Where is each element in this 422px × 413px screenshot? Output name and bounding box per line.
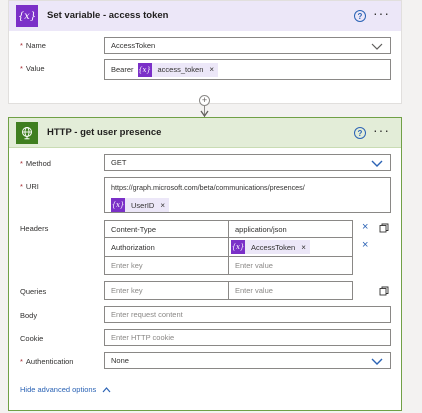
help-icon[interactable]: ? [354,127,366,139]
required-mark: * [20,182,23,191]
copy-icon[interactable] [379,286,389,296]
chevron-down-icon [371,43,383,50]
method-dropdown[interactable]: GET [104,154,391,171]
chevron-down-icon [371,358,383,365]
uri-label: * URI [20,182,39,191]
accesstoken-label: AccessToken [251,242,296,252]
remove-header-icon[interactable]: × [362,240,368,251]
http-header[interactable]: HTTP - get user presence ? ··· [9,118,401,148]
body-label: Body [20,311,38,320]
more-options-icon[interactable]: ··· [373,123,390,137]
name-value: AccessToken [111,41,156,50]
http-title: HTTP - get user presence [47,127,162,138]
remove-header-icon[interactable]: × [362,222,368,233]
add-step-icon[interactable]: + [199,95,210,106]
authentication-value: None [111,356,129,365]
cookie-label: Cookie [20,334,44,343]
method-value: GET [111,158,127,167]
query-key-input[interactable]: Enter key [104,281,229,300]
body-input[interactable]: Enter request content [104,306,391,323]
http-card: HTTP - get user presence ? ··· * Method G… [8,117,402,411]
query-value-input[interactable]: Enter value [228,281,353,300]
set-variable-header[interactable]: {x} Set variable - access token ? ··· [9,1,401,31]
variable-icon: {x} [137,62,152,77]
access-token-label: access_token [157,65,204,74]
name-label: * Name [20,41,46,50]
access-token-chip[interactable]: {x} access_token × [137,62,219,77]
headers-label: Headers [20,224,49,233]
variable-icon: {x} [111,198,125,212]
more-options-icon[interactable]: ··· [373,6,390,20]
uri-value: https://graph.microsoft.com/beta/communi… [111,183,305,192]
method-label: * Method [20,159,51,168]
hide-advanced-options-link[interactable]: Hide advanced options [20,385,111,394]
value-input[interactable]: Bearer {x} access_token × [104,59,391,80]
remove-token-icon[interactable]: × [301,243,306,252]
accesstoken-chip[interactable]: {x} AccessToken × [231,240,310,254]
value-label: * Value [20,64,45,73]
header-value-input[interactable]: Enter value [228,256,353,275]
required-mark: * [20,41,23,50]
remove-token-icon[interactable]: × [160,201,165,210]
copy-icon[interactable] [379,223,389,233]
chevron-down-icon [371,160,383,167]
userid-label: UserID [131,200,155,210]
help-icon[interactable]: ? [354,10,366,22]
authentication-label: * Authentication [20,357,74,366]
required-mark: * [20,64,23,73]
header-value-input[interactable]: application/json [228,220,353,238]
userid-chip[interactable]: {x} UserID × [111,198,170,212]
header-value-input[interactable]: {x} AccessToken × [228,237,353,257]
value-prefix: Bearer [111,65,134,74]
set-variable-title: Set variable - access token [47,10,169,21]
name-dropdown[interactable]: AccessToken [104,37,391,54]
globe-icon [16,122,38,144]
remove-token-icon[interactable]: × [209,65,214,74]
header-key-input[interactable]: Authorization [104,237,229,257]
header-key-input[interactable]: Content-Type [104,220,229,238]
required-mark: * [20,159,23,168]
required-mark: * [20,357,23,366]
variable-icon: {x} [231,240,245,254]
chevron-up-icon [102,386,111,392]
authentication-dropdown[interactable]: None [104,352,391,369]
header-key-input[interactable]: Enter key [104,256,229,275]
uri-input[interactable]: https://graph.microsoft.com/beta/communi… [104,177,391,213]
queries-label: Queries [20,287,47,296]
arrow-down-icon [200,110,209,117]
cookie-input[interactable]: Enter HTTP cookie [104,329,391,346]
set-variable-card: {x} Set variable - access token ? ··· * N… [8,0,402,104]
variable-icon: {x} [16,5,38,27]
